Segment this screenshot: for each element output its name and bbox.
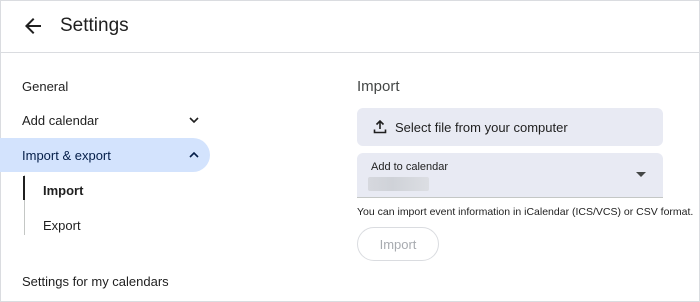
sidebar-item-label: Add calendar [22,112,99,128]
sidebar-item-add-calendar[interactable]: Add calendar [0,103,210,137]
chevron-up-icon [189,151,199,158]
add-to-calendar-label: Add to calendar [371,161,449,173]
upload-icon [373,120,387,134]
sidebar-item-general[interactable]: General [0,69,210,103]
sidebar-item-label: Import & export [22,147,111,163]
add-to-calendar-select[interactable]: Add to calendar [357,153,663,198]
subnav-item-import[interactable]: Import [43,183,83,198]
select-file-button[interactable]: Select file from your computer [357,108,663,146]
caret-down-icon [636,172,646,177]
import-button[interactable]: Import [357,227,439,261]
subnav-item-export[interactable]: Export [43,218,81,233]
back-button[interactable] [21,14,45,38]
section-title: Import [357,78,400,95]
arrow-back-icon [25,18,41,34]
sidebar-item-label: General [22,78,69,94]
subnav-active-indicator [23,176,25,200]
helper-text: You can import event information in iCal… [357,206,694,218]
page-title: Settings [60,15,129,36]
selected-calendar-value [368,177,429,191]
sidebar-item-import-export[interactable]: Import & export [0,138,210,172]
section-heading[interactable]: Settings for my calendars [22,274,169,289]
main-content: Import Select file from your computer Ad… [357,53,700,302]
header: Settings [0,0,700,53]
sidebar: General Add calendar Import & export Imp… [0,53,215,302]
select-file-label: Select file from your computer [395,120,568,135]
chevron-down-icon [189,117,199,124]
